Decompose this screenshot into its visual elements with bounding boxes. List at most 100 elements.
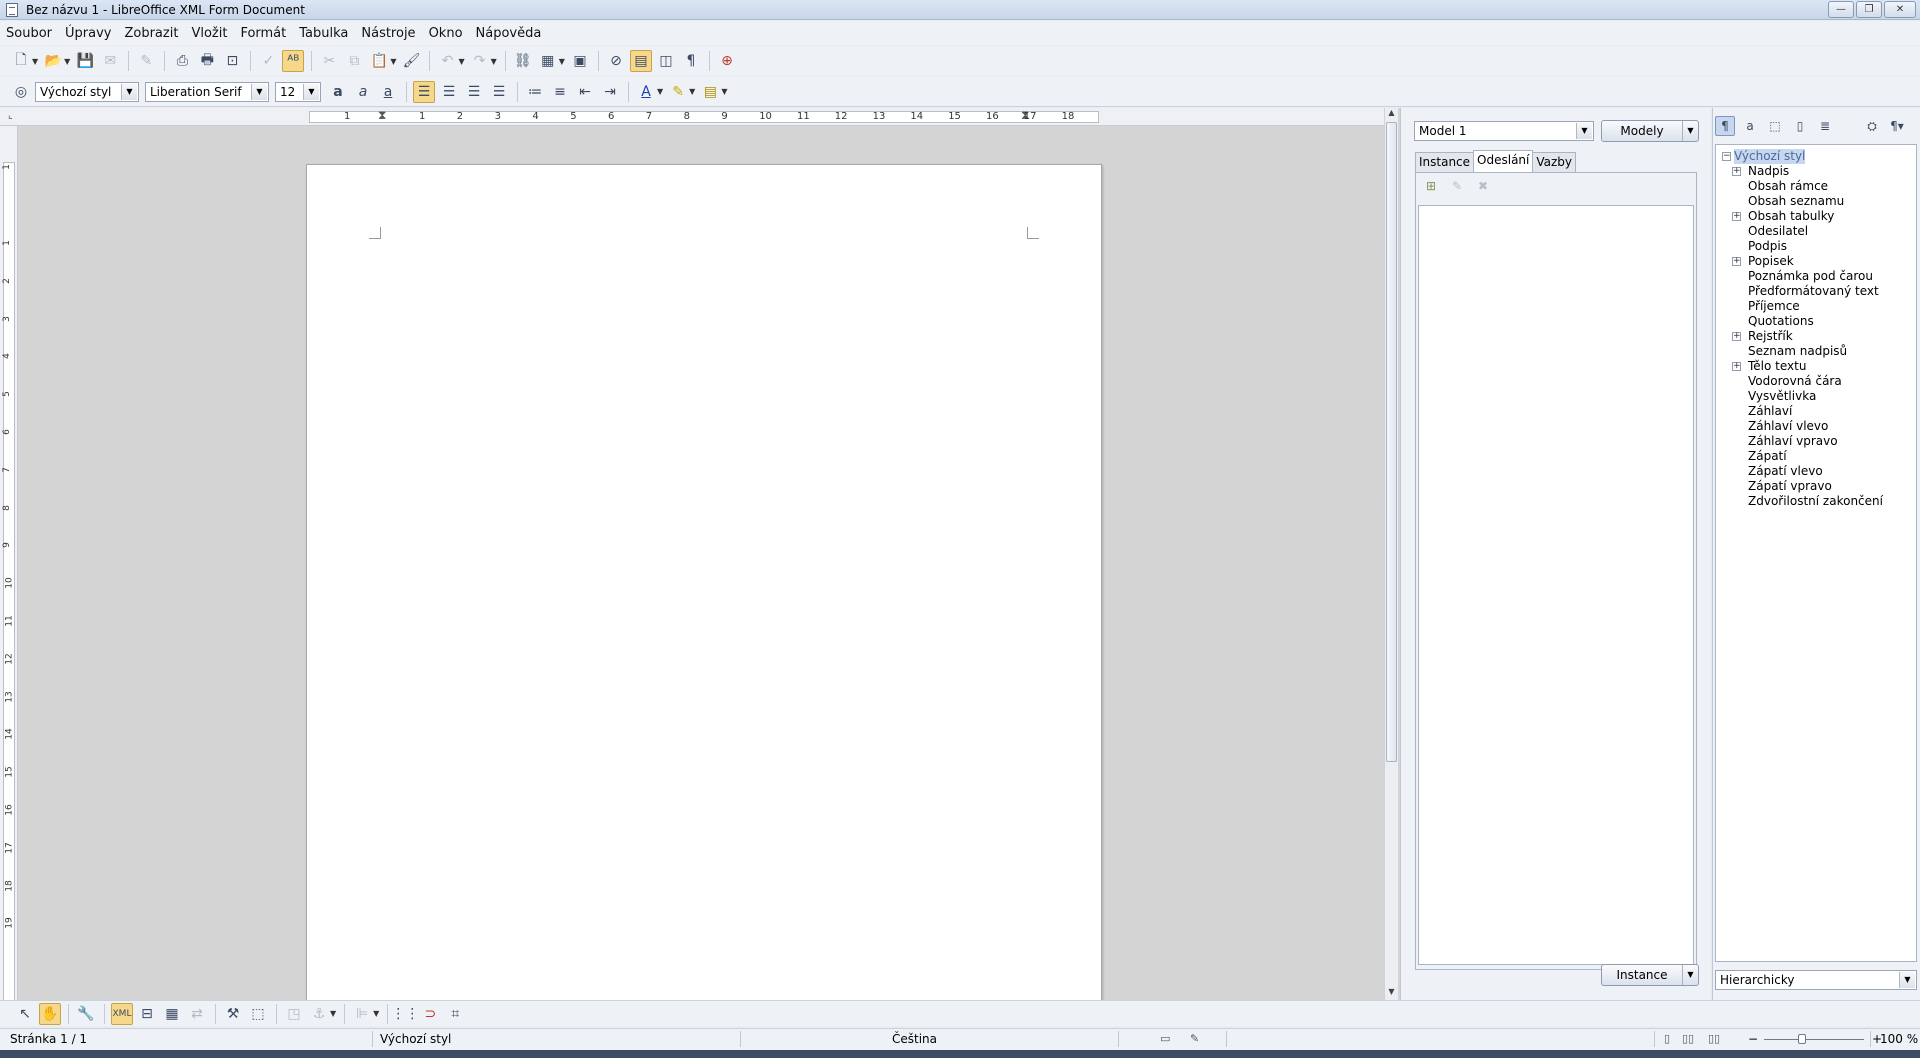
page-indicator[interactable]: Stránka 1 / 1	[10, 1032, 87, 1046]
clone-formatting-icon[interactable]: 🖌	[400, 50, 422, 72]
autocorrect-icon[interactable]: ᴬᴮ	[282, 50, 305, 72]
menu-soubor[interactable]: Soubor	[6, 26, 52, 41]
export-pdf-icon[interactable]: ⎙	[171, 50, 193, 72]
collapse-icon[interactable]: −	[1722, 152, 1731, 161]
style-item[interactable]: Quotations	[1716, 314, 1916, 329]
style-item[interactable]: Zdvořilostní zakončení	[1716, 494, 1916, 509]
document-page[interactable]	[306, 164, 1102, 1004]
design-mode-icon[interactable]: ✋	[39, 1002, 61, 1025]
table-icon[interactable]: ▦	[537, 50, 559, 72]
image-icon[interactable]: ▣	[569, 50, 591, 72]
expand-icon[interactable]: +	[1732, 332, 1741, 341]
underline-icon[interactable]: a	[377, 81, 399, 103]
scrollbar-thumb[interactable]	[1386, 122, 1397, 762]
style-item[interactable]: − Výchozí styl	[1716, 149, 1916, 164]
style-item[interactable]: + Tělo textu	[1716, 359, 1916, 374]
bullets-icon[interactable]: ≡	[549, 81, 571, 103]
paste-dropdown-icon[interactable]: ▼	[390, 57, 396, 66]
minimize-button[interactable]: —	[1828, 1, 1854, 18]
background-color-icon[interactable]: ▤	[699, 81, 721, 103]
paste-icon[interactable]: 📋	[368, 50, 390, 72]
delete-submission-icon[interactable]: ✖	[1474, 179, 1492, 195]
hyperlink-icon[interactable]: ⛓	[512, 50, 534, 72]
table-dropdown-icon[interactable]: ▼	[559, 57, 565, 66]
chevron-down-icon[interactable]: ▼	[1682, 965, 1698, 985]
print-icon[interactable]: 🖶	[196, 50, 218, 72]
multi-page-view-icon[interactable]: ▯▯	[1682, 1032, 1694, 1045]
new-document-icon[interactable]: 🗋	[10, 50, 32, 72]
models-button[interactable]: Modely ▼	[1601, 120, 1699, 142]
menu-nastroje[interactable]: Nástroje	[361, 26, 415, 41]
chevron-down-icon[interactable]: ▼	[303, 83, 319, 100]
save-icon[interactable]: 💾	[74, 50, 96, 72]
instance-button[interactable]: Instance ▼	[1601, 964, 1699, 986]
numbering-icon[interactable]: ≔	[524, 81, 546, 103]
data-sources-icon[interactable]: ◫	[655, 50, 677, 72]
model-select[interactable]: Model 1 ▼	[1414, 121, 1594, 141]
help-icon[interactable]: ⊕	[716, 50, 738, 72]
tab-odeslani[interactable]: Odeslání	[1473, 150, 1534, 172]
list-styles-icon[interactable]: ≣	[1815, 116, 1835, 136]
style-item[interactable]: + Obsah tabulky	[1716, 209, 1916, 224]
style-item[interactable]: Seznam nadpisů	[1716, 344, 1916, 359]
style-item[interactable]: Podpis	[1716, 239, 1916, 254]
styles-formatting-icon[interactable]: ◎	[10, 81, 32, 103]
font-size-combo[interactable]: 12 ▼	[275, 81, 321, 102]
select-pointer-icon[interactable]: ↖	[14, 1003, 36, 1025]
styles-tree[interactable]: − Výchozí styl + Nadpis Obsah rámce Obsah sez…	[1715, 144, 1917, 962]
book-view-icon[interactable]: ▯▯	[1708, 1032, 1720, 1045]
background-color-dropdown-icon[interactable]: ▼	[721, 87, 727, 96]
paragraph-styles-icon[interactable]: ¶	[1715, 116, 1735, 136]
edit-submission-icon[interactable]: ✎	[1448, 179, 1466, 195]
formatting-marks-icon[interactable]: ¶	[680, 50, 702, 72]
style-item[interactable]: Zápatí	[1716, 449, 1916, 464]
form-navigator-icon[interactable]: ⊟	[136, 1003, 158, 1025]
highlighting-dropdown-icon[interactable]: ▼	[689, 87, 695, 96]
align-right-icon[interactable]: ☰	[463, 81, 485, 103]
email-icon[interactable]: ✉	[99, 50, 121, 72]
chevron-down-icon[interactable]: ▼	[121, 83, 137, 100]
new-style-icon[interactable]: ¶▾	[1887, 116, 1907, 136]
alignment-icon[interactable]: ⊫	[351, 1003, 373, 1025]
align-left-icon[interactable]: ☰	[413, 80, 435, 103]
anchor-dropdown-icon[interactable]: ▼	[330, 1009, 336, 1018]
automatic-control-focus-icon[interactable]: ⬚	[247, 1003, 269, 1025]
style-item[interactable]: Příjemce	[1716, 299, 1916, 314]
undo-icon[interactable]: ↶	[436, 50, 458, 72]
paragraph-style-combo[interactable]: Výchozí styl ▼	[35, 81, 139, 102]
bold-icon[interactable]: a	[327, 81, 349, 103]
open-folder-icon[interactable]: 📂	[42, 50, 64, 72]
tab-instance[interactable]: Instance	[1415, 152, 1475, 172]
italic-icon[interactable]: a	[352, 81, 374, 103]
increase-indent-icon[interactable]: ⇥	[599, 81, 621, 103]
zoom-out-icon[interactable]: −	[1748, 1032, 1758, 1046]
zoom-level[interactable]: 100 %	[1880, 1032, 1918, 1046]
copy-icon[interactable]: ⧉	[343, 50, 365, 72]
styles-filter-select[interactable]: Hierarchicky ▼	[1715, 970, 1917, 990]
menu-upravy[interactable]: Úpravy	[65, 26, 111, 41]
cut-icon[interactable]: ✂	[318, 50, 340, 72]
menu-tabulka[interactable]: Tabulka	[299, 26, 348, 41]
page-style-indicator[interactable]: Výchozí styl	[380, 1032, 451, 1046]
align-center-icon[interactable]: ☰	[438, 81, 460, 103]
style-item[interactable]: + Rejstřík	[1716, 329, 1916, 344]
style-item[interactable]: + Popisek	[1716, 254, 1916, 269]
xml-form-icon[interactable]: XML	[111, 1002, 133, 1025]
vertical-ruler[interactable]: 1 1 2 3 4 5 6 7 8 9 10 11 12 13 14 15 16 17 18 19	[0, 126, 18, 1002]
control-properties-icon[interactable]: 🔧	[75, 1003, 97, 1025]
chevron-down-icon[interactable]: ▼	[1576, 123, 1592, 139]
style-item[interactable]: + Nadpis	[1716, 164, 1916, 179]
menu-napoveda[interactable]: Nápověda	[476, 26, 542, 41]
undo-dropdown-icon[interactable]: ▼	[458, 57, 464, 66]
style-item[interactable]: Předformátovaný text	[1716, 284, 1916, 299]
document-modified-icon[interactable]: ✎	[1190, 1032, 1199, 1045]
tab-stop-type-icon[interactable]: ⌞	[8, 110, 13, 121]
style-item[interactable]: Záhlaví	[1716, 404, 1916, 419]
selection-mode-icon[interactable]: ▭	[1160, 1032, 1170, 1045]
style-item[interactable]: Poznámka pod čarou	[1716, 269, 1916, 284]
font-name-combo[interactable]: Liberation Serif ▼	[145, 81, 269, 102]
gallery-icon[interactable]: ▤	[629, 50, 652, 72]
style-item[interactable]: Záhlaví vlevo	[1716, 419, 1916, 434]
style-item[interactable]: Vysvětlivka	[1716, 389, 1916, 404]
helplines-icon[interactable]: ⌗	[444, 1003, 466, 1025]
